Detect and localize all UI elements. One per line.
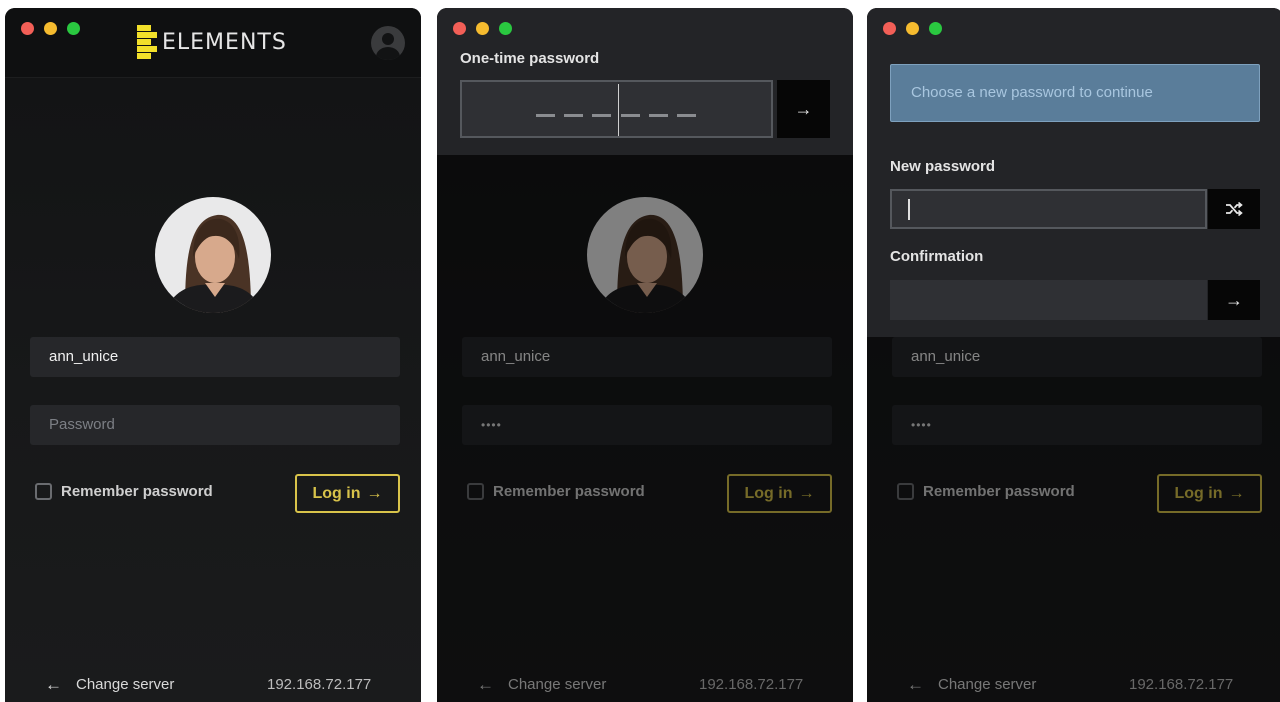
arrow-left-icon[interactable]: ← — [477, 675, 494, 695]
close-button[interactable] — [21, 22, 34, 35]
username-field[interactable]: ann_unice — [462, 337, 832, 377]
user-avatar — [587, 197, 703, 313]
title-bar: ELEMENTS — [5, 8, 421, 78]
login-button[interactable]: Log in → — [727, 474, 832, 513]
remember-password[interactable]: Remember password — [467, 483, 645, 500]
text-cursor — [618, 84, 619, 136]
username-value: ann_unice — [49, 348, 119, 365]
username-field[interactable]: ann_unice — [892, 337, 1262, 377]
app-name: ELEMENTS — [162, 29, 287, 55]
server-ip: 192.168.72.177 — [267, 676, 372, 693]
account-icon[interactable] — [371, 26, 405, 60]
maximize-button[interactable] — [67, 22, 80, 35]
otp-digit-placeholder — [621, 114, 640, 117]
otp-digit-placeholder — [564, 114, 583, 117]
server-ip: 192.168.72.177 — [1129, 676, 1234, 693]
login-button[interactable]: Log in → — [1157, 474, 1262, 513]
new-password-label: New password — [890, 158, 996, 175]
user-avatar — [155, 197, 271, 313]
password-placeholder: Password — [49, 416, 115, 433]
otp-window: ann_unice •••• Remember password Log in … — [437, 8, 853, 702]
login-label: Log in — [1174, 484, 1223, 502]
footer: ← Change server 192.168.72.177 — [867, 674, 1280, 696]
password-field[interactable]: •••• — [892, 405, 1262, 445]
remember-checkbox[interactable] — [35, 483, 52, 500]
username-field[interactable]: ann_unice — [30, 337, 400, 377]
text-cursor — [908, 199, 910, 220]
logo-mark — [137, 25, 159, 59]
minimize-button[interactable] — [906, 22, 919, 35]
arrow-right-icon: → — [366, 484, 383, 502]
username-value: ann_unice — [911, 348, 981, 365]
window-controls — [883, 22, 942, 35]
username-value: ann_unice — [481, 348, 551, 365]
maximize-button[interactable] — [929, 22, 942, 35]
password-field[interactable]: Password — [30, 405, 400, 445]
login-button[interactable]: Log in → — [295, 474, 400, 513]
server-ip: 192.168.72.177 — [699, 676, 804, 693]
login-label: Log in — [312, 484, 361, 502]
otp-digit-placeholder — [536, 114, 555, 117]
arrow-right-icon: → — [798, 484, 815, 502]
elements-logo: ELEMENTS — [137, 25, 287, 59]
arrow-right-icon: → — [1228, 484, 1245, 502]
login-window: ELEMENTS ann_unice Password Remember pas… — [5, 8, 421, 702]
remember-label: Remember password — [923, 483, 1075, 500]
shuffle-icon — [1226, 201, 1243, 217]
otp-input[interactable] — [460, 80, 773, 138]
generate-password-button[interactable] — [1208, 189, 1260, 229]
confirmation-input[interactable] — [890, 280, 1207, 320]
otp-digit-placeholder — [592, 114, 611, 117]
info-notice: Choose a new password to continue — [890, 64, 1260, 122]
confirmation-label: Confirmation — [890, 248, 984, 265]
remember-label: Remember password — [61, 483, 213, 500]
otp-submit-button[interactable]: → — [777, 80, 830, 138]
change-server-link[interactable]: Change server — [938, 676, 1036, 693]
otp-digit-placeholder — [649, 114, 668, 117]
new-password-window: ann_unice •••• Remember password Log in … — [867, 8, 1280, 702]
close-button[interactable] — [883, 22, 896, 35]
otp-label: One-time password — [460, 50, 600, 67]
notice-text: Choose a new password to continue — [911, 84, 1153, 101]
password-field[interactable]: •••• — [462, 405, 832, 445]
arrow-right-icon: → — [1225, 289, 1243, 310]
maximize-button[interactable] — [499, 22, 512, 35]
password-masked: •••• — [911, 418, 932, 432]
new-password-input[interactable] — [890, 189, 1207, 229]
window-controls — [21, 22, 80, 35]
password-masked: •••• — [481, 418, 502, 432]
remember-label: Remember password — [493, 483, 645, 500]
window-controls — [453, 22, 512, 35]
change-server-link[interactable]: Change server — [508, 676, 606, 693]
arrow-left-icon[interactable]: ← — [45, 675, 62, 695]
remember-password[interactable]: Remember password — [897, 483, 1075, 500]
footer: ← Change server 192.168.72.177 — [5, 674, 421, 696]
remember-checkbox[interactable] — [897, 483, 914, 500]
submit-password-button[interactable]: → — [1208, 280, 1260, 320]
otp-digit-placeholder — [677, 114, 696, 117]
footer: ← Change server 192.168.72.177 — [437, 674, 853, 696]
remember-password[interactable]: Remember password — [35, 483, 213, 500]
minimize-button[interactable] — [476, 22, 489, 35]
arrow-left-icon[interactable]: ← — [907, 675, 924, 695]
arrow-right-icon: → — [794, 98, 813, 119]
minimize-button[interactable] — [44, 22, 57, 35]
new-password-panel: Choose a new password to continue New pa… — [867, 8, 1280, 337]
change-server-link[interactable]: Change server — [76, 676, 174, 693]
login-label: Log in — [744, 484, 793, 502]
remember-checkbox[interactable] — [467, 483, 484, 500]
close-button[interactable] — [453, 22, 466, 35]
